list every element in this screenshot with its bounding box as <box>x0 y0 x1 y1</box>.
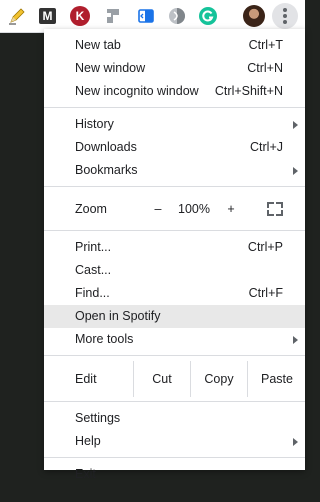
dot-icon <box>283 20 287 24</box>
menu-item-new-incognito-window[interactable]: New incognito window Ctrl+Shift+N <box>44 80 305 103</box>
menu-item-find[interactable]: Find... Ctrl+F <box>44 282 305 305</box>
menu-item-settings[interactable]: Settings <box>44 407 305 430</box>
menu-divider <box>44 186 305 187</box>
menu-item-history[interactable]: History <box>44 113 305 136</box>
menu-divider <box>44 230 305 231</box>
menu-item-label: New incognito window <box>75 84 199 98</box>
menu-item-label: Downloads <box>75 140 137 154</box>
m-extension-icon[interactable]: M <box>39 8 56 24</box>
zoom-level: 100% <box>178 202 210 216</box>
paste-button[interactable]: Paste <box>247 361 306 397</box>
copy-button[interactable]: Copy <box>190 361 247 397</box>
zoom-row: Zoom – 100% + <box>44 192 305 226</box>
zoom-out-button[interactable]: – <box>151 192 165 226</box>
menu-divider <box>44 107 305 108</box>
menu-item-label: Bookmarks <box>75 163 138 177</box>
submenu-arrow-icon <box>293 167 298 175</box>
menu-item-label: Exit <box>75 467 96 481</box>
fullscreen-icon[interactable] <box>267 202 283 216</box>
profile-avatar[interactable] <box>243 5 265 27</box>
pencil-extension-icon[interactable] <box>7 6 27 26</box>
menu-item-label: More tools <box>75 332 134 346</box>
menu-divider <box>44 457 305 458</box>
menu-item-label: New tab <box>75 38 121 52</box>
menu-item-shortcut: Ctrl+T <box>248 38 283 52</box>
blue-doc-extension-icon[interactable] <box>136 6 156 26</box>
zoom-in-button[interactable]: + <box>224 192 238 226</box>
more-options-button[interactable] <box>272 3 298 29</box>
menu-item-label: Print... <box>75 240 112 254</box>
browser-menu: New tab Ctrl+T New window Ctrl+N New inc… <box>44 29 305 481</box>
grammarly-extension-icon[interactable] <box>199 7 217 25</box>
menu-item-shortcut: Ctrl+F <box>248 286 283 300</box>
k-extension-icon[interactable]: K <box>70 6 90 26</box>
menu-item-shortcut: Ctrl+Shift+N <box>214 84 283 98</box>
menu-item-cast[interactable]: Cast... <box>44 259 305 282</box>
grey-circle-extension-icon[interactable] <box>167 6 187 26</box>
menu-item-shortcut: Ctrl+J <box>250 140 283 154</box>
menu-item-exit[interactable]: Exit <box>44 463 305 486</box>
menu-item-open-in-spotify[interactable]: Open in Spotify <box>44 305 305 328</box>
dot-icon <box>283 8 287 12</box>
menu-item-new-window[interactable]: New window Ctrl+N <box>44 57 305 80</box>
cut-button[interactable]: Cut <box>133 361 190 397</box>
grey-shape-extension-icon[interactable] <box>102 6 122 26</box>
menu-item-help[interactable]: Help <box>44 430 305 453</box>
submenu-arrow-icon <box>293 336 298 344</box>
menu-item-shortcut: Ctrl+N <box>247 61 283 75</box>
submenu-arrow-icon <box>293 438 298 446</box>
menu-item-label: Find... <box>75 286 110 300</box>
menu-item-label: Cast... <box>75 263 112 277</box>
menu-item-print[interactable]: Print... Ctrl+P <box>44 236 305 259</box>
menu-item-bookmarks[interactable]: Bookmarks <box>44 159 305 182</box>
edit-label: Edit <box>75 372 97 386</box>
menu-item-label: New window <box>75 61 146 75</box>
menu-divider <box>44 355 305 356</box>
menu-item-downloads[interactable]: Downloads Ctrl+J <box>44 136 305 159</box>
menu-item-label: Help <box>75 434 101 448</box>
submenu-arrow-icon <box>293 121 298 129</box>
menu-item-label: Settings <box>75 411 121 425</box>
menu-divider <box>44 401 305 402</box>
menu-item-new-tab[interactable]: New tab Ctrl+T <box>44 34 305 57</box>
menu-item-more-tools[interactable]: More tools <box>44 328 305 351</box>
menu-item-label: Open in Spotify <box>75 309 161 323</box>
zoom-label: Zoom <box>75 202 107 216</box>
edit-row: Edit Cut Copy Paste <box>44 361 305 397</box>
menu-item-label: History <box>75 117 114 131</box>
dot-icon <box>283 14 287 18</box>
menu-item-shortcut: Ctrl+P <box>247 240 283 254</box>
